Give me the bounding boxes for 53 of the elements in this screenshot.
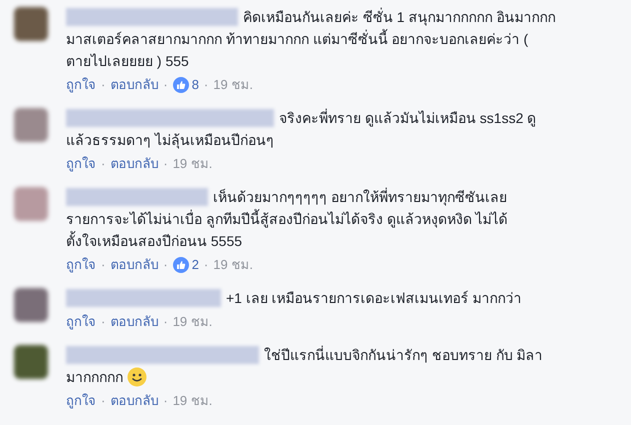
thumbs-up-icon [172,77,189,93]
blurred-name[interactable] [66,289,221,307]
avatar-placeholder[interactable] [14,187,48,221]
comment-text: คิดเหมือนกันเลยค่ะ ซีซั่น 1 สนุกมากกกกก อินมากกก [243,6,556,28]
blurred-name[interactable] [66,8,238,26]
comment-text: ตั้งใจเหมือนสองปีก่อนน 5555 [66,230,242,251]
like-link[interactable]: ถูกใจ [66,74,96,96]
like-count[interactable]: 8 [192,74,199,96]
separator-dot: · [101,256,106,274]
avatar-placeholder[interactable] [14,288,48,322]
blurred-name[interactable] [66,109,274,127]
separator-dot: · [101,392,106,410]
timestamp[interactable]: 19 ชม. [213,74,253,96]
separator-dot: · [163,256,168,274]
reply-link[interactable]: ตอบกลับ [110,390,158,412]
comment-text: มาสเตอร์คลาสยากมากกก ท้าทายมากกก แต่มาซีซั่นนี้ อยากจะบอกเลยค่ะว่า ( [66,28,528,49]
smiley-icon [127,367,147,387]
avatar-placeholder[interactable] [14,345,48,379]
reply-link[interactable]: ตอบกลับ [110,153,158,175]
comment-text: รายการจะได้ไม่น่าเบื่อ ลูกทีมปีนี้สู้สองปีก่อนไม่ได้จริง ดูแล้วหงุดหงิด ไม่ได้ [66,208,508,230]
comment-text: เห็นด้วยมากๆๆๆๆๆ อยากให้พี่ทรายมาทุกซีซันเลย [213,186,507,208]
comment-text: +1 เลย เหมือนรายการเดอะเฟสเมนเทอร์ มากกว่า [226,289,522,308]
timestamp[interactable]: 19 ชม. [172,390,212,412]
separator-dot: · [163,76,168,94]
thumbs-up-icon [172,257,189,273]
blurred-name[interactable] [66,188,208,206]
reply-link[interactable]: ตอบกลับ [110,311,158,333]
comment-text: ใช่ปีแรกนี่แบบจิกกันน่ารักๆ ชอบทราย กับ มิลา [264,344,543,365]
comment-text: แล้วธรรมดาๆ ไม่ลุ้นเหมือนปีก่อนๆ [66,131,274,151]
timestamp[interactable]: 19 ชม. [172,153,212,175]
avatar-placeholder[interactable] [14,108,48,142]
separator-dot: · [101,155,106,173]
separator-dot: · [101,76,106,94]
separator-dot: · [204,76,208,94]
comment-text: จริงคะพี่ทราย ดูแล้วมันไม่เหมือน ss1ss2 ดู [279,108,536,129]
separator-dot: · [163,392,168,410]
comment-text: มากกกกก [66,368,123,387]
separator-dot: · [101,313,106,331]
separator-dot: · [204,256,208,274]
like-link[interactable]: ถูกใจ [66,254,96,276]
comment-text: ตายไปเลยยยย ) 555 [66,52,189,71]
like-link[interactable]: ถูกใจ [66,311,96,333]
timestamp[interactable]: 19 ชม. [172,311,212,333]
like-link[interactable]: ถูกใจ [66,390,96,412]
reply-link[interactable]: ตอบกลับ [110,254,158,276]
avatar-placeholder[interactable] [14,7,48,41]
separator-dot: · [163,155,168,173]
blurred-name[interactable] [66,346,259,364]
reply-link[interactable]: ตอบกลับ [110,74,158,96]
timestamp[interactable]: 19 ชม. [213,254,253,276]
separator-dot: · [163,313,168,331]
like-link[interactable]: ถูกใจ [66,153,96,175]
like-count[interactable]: 2 [192,254,199,276]
